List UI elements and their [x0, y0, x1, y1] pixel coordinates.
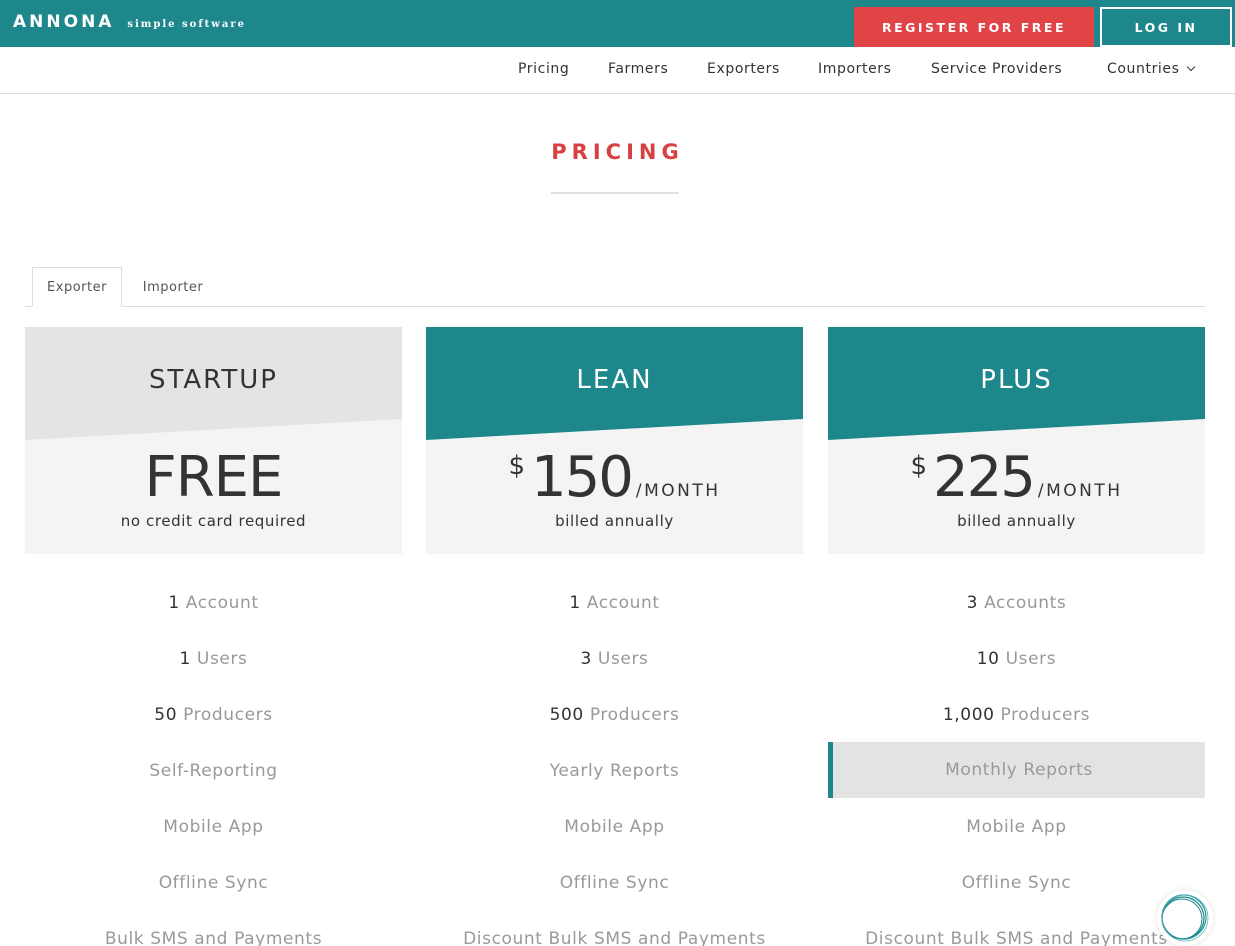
login-button[interactable]: LOG IN: [1100, 7, 1232, 47]
plan-name: STARTUP: [149, 365, 278, 395]
price-note: no credit card required: [120, 512, 307, 530]
feature-row: 1 Account: [25, 575, 402, 631]
feature-count: 1: [569, 593, 581, 613]
plan-name: LEAN: [576, 365, 653, 395]
chat-widget-button[interactable]: [1157, 890, 1213, 946]
feature-row: 1,000 Producers: [828, 687, 1205, 743]
price-period: /MONTH: [1037, 481, 1123, 501]
feature-count: 3: [966, 593, 979, 613]
feature-label: Users: [597, 649, 649, 669]
nav-item-farmers[interactable]: Farmers: [608, 61, 668, 77]
top-bar: ANNONA simple software REGISTER FOR FREE…: [0, 0, 1235, 47]
feature-row: 1 Account: [426, 575, 803, 631]
price-note: billed annually: [957, 512, 1076, 530]
feature-count: 3: [580, 649, 592, 669]
tab-exporter[interactable]: Exporter: [32, 267, 122, 307]
feature-count: 1: [179, 649, 191, 669]
nav-item-importers[interactable]: Importers: [818, 61, 892, 77]
feature-count: 50: [154, 705, 178, 725]
feature-row: Discount Bulk SMS and Payments: [828, 911, 1205, 946]
feature-label: Self-Reporting: [149, 761, 278, 781]
feature-row-highlighted[interactable]: Monthly Reports: [828, 742, 1205, 798]
nav-item-countries-label: Countries: [1107, 61, 1180, 77]
feature-label: Accounts: [984, 593, 1067, 613]
feature-row: 3 Accounts: [828, 575, 1205, 631]
nav-item-countries[interactable]: Countries: [1107, 61, 1195, 77]
logo[interactable]: ANNONA simple software: [13, 12, 246, 32]
feature-label: Offline Sync: [158, 873, 269, 893]
feature-row: 3 Users: [426, 631, 803, 687]
feature-label: Discount Bulk SMS and Payments: [463, 929, 766, 946]
feature-label: Bulk SMS and Payments: [104, 929, 323, 946]
feature-label: Yearly Reports: [549, 761, 680, 781]
feature-label: Users: [196, 649, 248, 669]
feature-label: Producers: [589, 705, 680, 725]
page-title: PRICING: [551, 140, 684, 164]
nav-item-pricing[interactable]: Pricing: [518, 61, 569, 77]
tab-importer[interactable]: Importer: [128, 267, 218, 307]
plan-card-plus: PLUS $225/MONTH billed annually: [828, 327, 1205, 554]
price-amount: 150: [530, 445, 634, 510]
feature-label: Account: [185, 593, 259, 613]
main-nav: Pricing Farmers Exporters Importers Serv…: [0, 47, 1235, 94]
plan-card-lean: LEAN $150/MONTH billed annually: [426, 327, 803, 554]
feature-label: Producers: [183, 705, 273, 725]
title-divider: [551, 192, 679, 194]
feature-label: Monthly Reports: [945, 760, 1093, 780]
price-note: billed annually: [555, 512, 674, 530]
plan-price: $150/MONTH: [426, 445, 803, 510]
feature-row: Offline Sync: [25, 855, 402, 911]
chevron-down-icon: [1186, 62, 1195, 72]
feature-count: 10: [976, 649, 1000, 669]
plan-name: PLUS: [980, 365, 1053, 395]
price-amount: 225: [932, 445, 1036, 510]
logo-text: ANNONA: [13, 12, 115, 32]
feature-label: Offline Sync: [559, 873, 670, 893]
feature-label: Account: [586, 593, 660, 613]
feature-row: 500 Producers: [426, 687, 803, 743]
feature-row: Mobile App: [828, 799, 1205, 855]
chat-icon: [1161, 894, 1209, 942]
feature-count: 1,000: [942, 705, 995, 725]
register-button[interactable]: REGISTER FOR FREE: [854, 7, 1094, 47]
feature-label: Producers: [1000, 705, 1091, 725]
feature-row: 50 Producers: [25, 687, 402, 743]
feature-row: 1 Users: [25, 631, 402, 687]
feature-row: Self-Reporting: [25, 743, 402, 799]
feature-row: 10 Users: [828, 631, 1205, 687]
logo-tagline: simple software: [127, 19, 246, 30]
feature-label: Discount Bulk SMS and Payments: [865, 929, 1168, 946]
plan-price: FREE: [25, 445, 402, 510]
price-amount: FREE: [144, 445, 284, 510]
price-currency: $: [508, 451, 525, 481]
feature-label: Mobile App: [564, 817, 665, 837]
feature-row: Offline Sync: [426, 855, 803, 911]
feature-row: Mobile App: [426, 799, 803, 855]
plan-card-startup: STARTUP FREE no credit card required: [25, 327, 402, 554]
feature-count: 500: [549, 705, 584, 725]
feature-count: 1: [168, 593, 180, 613]
price-period: /MONTH: [635, 481, 721, 501]
feature-label: Offline Sync: [961, 873, 1072, 893]
feature-row: Bulk SMS and Payments: [25, 911, 402, 946]
nav-item-exporters[interactable]: Exporters: [707, 61, 780, 77]
feature-label: Mobile App: [163, 817, 264, 837]
feature-row: Mobile App: [25, 799, 402, 855]
feature-row: Discount Bulk SMS and Payments: [426, 911, 803, 946]
feature-row: Offline Sync: [828, 855, 1205, 911]
plan-price: $225/MONTH: [828, 445, 1205, 510]
nav-item-service-providers[interactable]: Service Providers: [931, 61, 1062, 77]
feature-label: Mobile App: [966, 817, 1067, 837]
price-currency: $: [910, 451, 927, 481]
feature-label: Users: [1005, 649, 1057, 669]
feature-row: Yearly Reports: [426, 743, 803, 799]
